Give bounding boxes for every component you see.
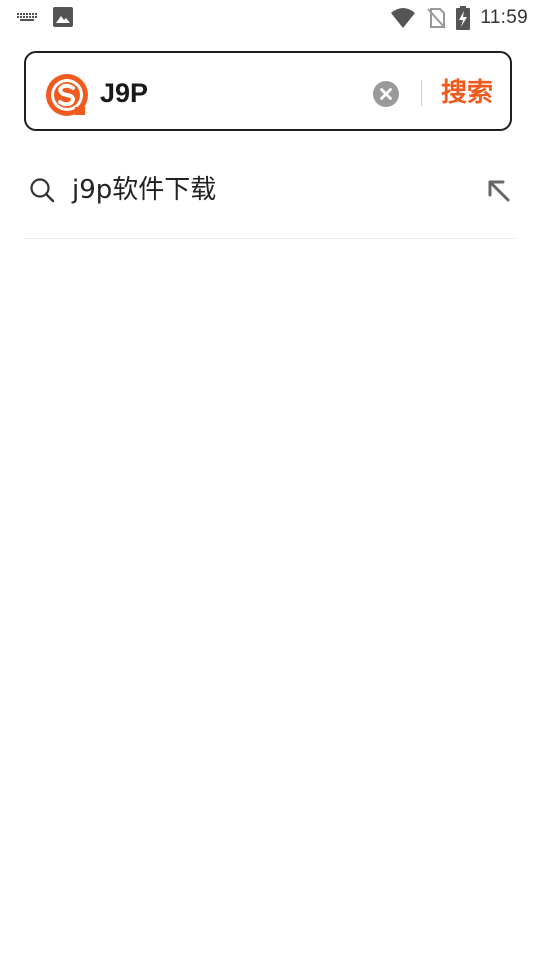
no-sim-icon (426, 7, 447, 29)
divider (421, 80, 422, 106)
clear-icon[interactable] (373, 81, 399, 107)
search-icon (29, 177, 55, 203)
status-left (16, 6, 74, 28)
wifi-icon (390, 7, 416, 29)
status-bar: 11:59 (0, 0, 540, 36)
search-box: 搜索 (24, 51, 512, 131)
sogou-logo-icon (45, 73, 89, 117)
battery-charging-icon (456, 6, 471, 30)
status-right: 11:59 (390, 6, 528, 30)
arrow-up-left-icon[interactable] (484, 176, 512, 204)
image-icon (52, 6, 74, 28)
keyboard-icon (16, 6, 38, 28)
search-button[interactable]: 搜索 (441, 74, 493, 112)
suggestion-list: j9p软件下载 (24, 142, 516, 239)
suggestion-text: j9p软件下载 (72, 175, 217, 205)
status-time: 11:59 (480, 7, 528, 28)
suggestion-item[interactable]: j9p软件下载 (24, 142, 516, 239)
search-input[interactable] (100, 71, 360, 115)
